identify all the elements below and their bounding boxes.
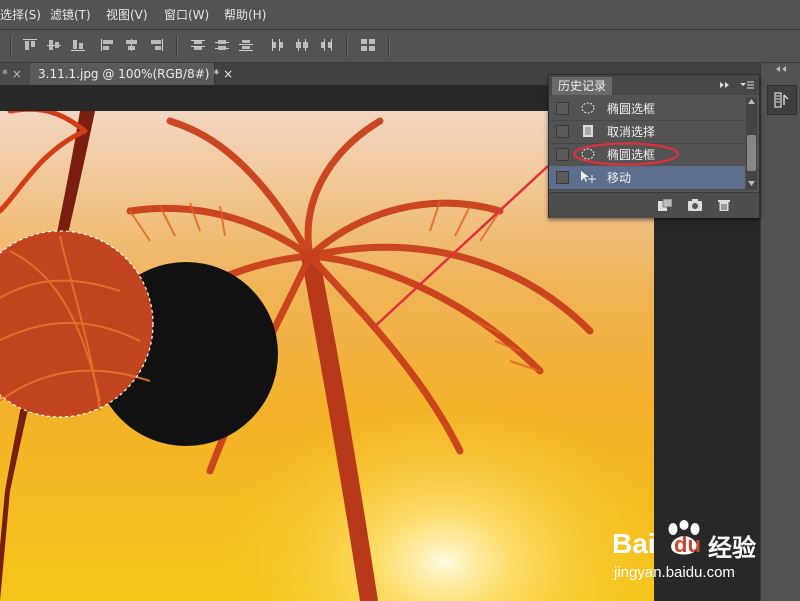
distribute-top-edges-icon[interactable]	[190, 38, 206, 52]
scroll-up-icon[interactable]	[748, 99, 755, 104]
snapshot-source-checkbox[interactable]	[556, 102, 569, 115]
expand-panel-icon[interactable]	[719, 81, 731, 89]
menu-help[interactable]: 帮助(H)	[224, 6, 266, 23]
align-horizontal-centers-icon[interactable]	[124, 38, 140, 52]
align-right-edges-icon[interactable]	[148, 38, 164, 52]
separator	[346, 35, 348, 57]
distribute-vertical-centers-icon[interactable]	[214, 38, 230, 52]
menu-select[interactable]: 选择(S)	[0, 6, 41, 23]
separator	[176, 35, 178, 57]
auto-align-layers-icon[interactable]	[360, 38, 376, 52]
snapshot-source-checkbox[interactable]	[556, 171, 569, 184]
snapshot-source-checkbox[interactable]	[556, 125, 569, 138]
options-bar	[0, 30, 800, 63]
history-state-row-selected[interactable]: 移动	[549, 166, 745, 190]
history-icon	[774, 92, 789, 108]
history-state-row[interactable]: 椭圆选框	[549, 97, 745, 121]
distribute-right-edges-icon[interactable]	[318, 38, 334, 52]
new-document-from-state-icon[interactable]	[657, 198, 673, 212]
distribute-bottom-edges-icon[interactable]	[238, 38, 254, 52]
move-tool-icon	[581, 171, 596, 183]
right-panel-dock	[760, 63, 800, 601]
distribute-horizontal-centers-icon[interactable]	[294, 38, 310, 52]
distribute-left-edges-icon[interactable]	[270, 38, 286, 52]
history-state-label: 椭圆选框	[607, 102, 656, 116]
collapse-panels-icon[interactable]	[775, 65, 789, 73]
menu-filter[interactable]: 滤镜(T)	[50, 6, 91, 23]
history-panel-button[interactable]	[767, 85, 797, 115]
align-left-edges-icon[interactable]	[100, 38, 116, 52]
panel-menu-icon[interactable]	[739, 80, 755, 90]
scrollbar-thumb[interactable]	[747, 135, 756, 171]
scroll-down-icon[interactable]	[748, 181, 755, 186]
snapshot-source-checkbox[interactable]	[556, 148, 569, 161]
ellipse-marquee-icon	[581, 102, 595, 114]
tab-active-document[interactable]: 3.11.1.jpg @ 100%(RGB/8#) * ×	[30, 63, 233, 85]
menu-bar: 选择(S) 滤镜(T) 视图(V) 窗口(W) 帮助(H)	[0, 0, 800, 30]
tab-previous-document[interactable]: * ×	[0, 63, 30, 85]
document-icon	[583, 125, 593, 137]
history-panel-footer	[549, 192, 759, 218]
history-scrollbar[interactable]	[746, 97, 757, 190]
align-vertical-centers-icon[interactable]	[46, 38, 62, 52]
menu-view[interactable]: 视图(V)	[106, 6, 148, 23]
separator	[10, 35, 12, 57]
separator	[388, 35, 390, 57]
history-panel: 历史记录 椭圆选框 取消选择 椭圆选框 移动	[548, 74, 760, 218]
align-bottom-edges-icon[interactable]	[70, 38, 86, 52]
tab-history[interactable]: 历史记录	[552, 77, 613, 95]
watermark-title: 经验	[708, 534, 756, 562]
watermark-brand: Bai	[612, 528, 656, 559]
camera-snapshot-icon[interactable]	[687, 198, 703, 212]
history-state-label: 移动	[607, 171, 632, 185]
annotation-highlight-ellipse	[572, 142, 680, 166]
watermark-url: jingyan.baidu.com	[614, 564, 735, 581]
history-state-label: 取消选择	[607, 125, 656, 139]
menu-window[interactable]: 窗口(W)	[164, 6, 209, 23]
watermark-brand-suffix: du	[674, 532, 701, 557]
trash-icon[interactable]	[717, 198, 731, 212]
history-state-row[interactable]: 椭圆选框	[549, 142, 745, 167]
align-top-edges-icon[interactable]	[22, 38, 38, 52]
